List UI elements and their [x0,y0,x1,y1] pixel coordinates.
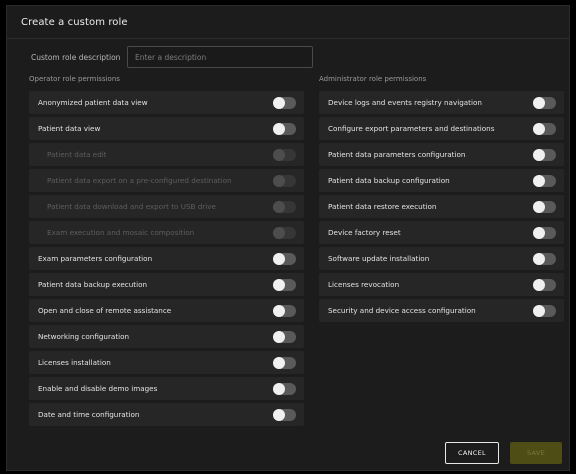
toggle-knob [273,252,285,265]
permission-label: Device factory reset [328,228,401,237]
toggle-knob [533,226,545,239]
permission-toggle[interactable] [533,122,556,135]
permission-row: Date and time configuration [29,403,304,426]
permission-row: Software update installation [319,247,564,270]
toggle-knob [273,278,285,291]
toggle-knob [273,200,285,213]
toggle-knob [533,96,545,109]
toggle-knob [273,226,285,239]
permission-toggle[interactable] [533,278,556,291]
permission-row: Device logs and events registry navigati… [319,91,564,114]
toggle-knob [273,148,285,161]
title-divider [7,38,569,39]
permission-toggle[interactable] [533,304,556,317]
toggle-knob [533,148,545,161]
toggle-knob [533,252,545,265]
toggle-knob [273,174,285,187]
toggle-knob [273,382,285,395]
permission-row: Licenses revocation [319,273,564,296]
permission-toggle[interactable] [533,96,556,109]
permission-row: Anonymized patient data view [29,91,304,114]
permission-label: Patient data export on a pre-configured … [47,176,232,185]
permission-row: Patient data restore execution [319,195,564,218]
permission-toggle[interactable] [273,356,296,369]
permission-row: Open and close of remote assistance [29,299,304,322]
permission-toggle[interactable] [533,148,556,161]
permission-label: Exam parameters configuration [38,254,153,263]
permission-toggle [273,226,296,239]
permission-toggle[interactable] [533,174,556,187]
permission-label: Security and device access configuration [328,306,476,315]
permission-row: Patient data backup execution [29,273,304,296]
permission-toggle[interactable] [273,122,296,135]
cancel-button[interactable]: CANCEL [445,442,499,464]
toggle-knob [533,304,545,317]
create-role-dialog: Create a custom role Custom role descrip… [6,5,570,471]
toggle-knob [273,304,285,317]
permission-toggle[interactable] [533,200,556,213]
toggle-knob [533,200,545,213]
permission-label: Device logs and events registry navigati… [328,98,482,107]
permission-row: Patient data parameters configuration [319,143,564,166]
permission-row: Security and device access configuration [319,299,564,322]
permission-toggle [273,148,296,161]
permission-toggle [273,200,296,213]
permission-row: Exam execution and mosaic composition [29,221,304,244]
permission-toggle[interactable] [273,408,296,421]
operator-permissions-list: Anonymized patient data view Patient data… [29,91,304,429]
save-button[interactable]: SAVE [510,442,562,464]
permission-row: Device factory reset [319,221,564,244]
permission-toggle[interactable] [273,330,296,343]
permission-label: Patient data backup execution [38,280,148,289]
permission-label: Open and close of remote assistance [38,306,172,315]
permission-label: Networking configuration [38,332,130,341]
permission-toggle[interactable] [273,278,296,291]
toggle-knob [533,122,545,135]
permission-row: Patient data view [29,117,304,140]
operator-section-title: Operator role permissions [29,75,120,83]
permission-label: Patient data edit [47,150,107,159]
permission-label: Patient data backup configuration [328,176,450,185]
permission-row: Licenses installation [29,351,304,374]
permission-row: Patient data export on a pre-configured … [29,169,304,192]
toggle-knob [533,278,545,291]
toggle-knob [533,174,545,187]
permission-label: Licenses installation [38,358,111,367]
permission-label: Anonymized patient data view [38,98,148,107]
permission-label: Patient data download and export to USB … [47,202,216,211]
permission-label: Patient data restore execution [328,202,437,211]
permission-toggle[interactable] [273,382,296,395]
permission-label: Patient data view [38,124,101,133]
permission-row: Networking configuration [29,325,304,348]
permission-label: Configure export parameters and destinat… [328,124,495,133]
toggle-knob [273,122,285,135]
toggle-knob [273,356,285,369]
toggle-knob [273,408,285,421]
permission-label: Licenses revocation [328,280,400,289]
description-label: Custom role description [31,53,121,62]
admin-permissions-list: Device logs and events registry navigati… [319,91,564,325]
permission-toggle[interactable] [273,252,296,265]
permission-label: Software update installation [328,254,430,263]
permission-label: Patient data parameters configuration [328,150,466,159]
toggle-knob [273,96,285,109]
permission-row: Patient data backup configuration [319,169,564,192]
permission-label: Exam execution and mosaic composition [47,228,195,237]
dialog-title: Create a custom role [21,17,128,28]
toggle-knob [273,330,285,343]
permission-toggle [273,174,296,187]
permission-row: Patient data download and export to USB … [29,195,304,218]
description-input[interactable] [127,46,313,68]
permission-label: Date and time configuration [38,410,140,419]
permission-toggle[interactable] [273,96,296,109]
permission-row: Patient data edit [29,143,304,166]
permission-row: Configure export parameters and destinat… [319,117,564,140]
permission-toggle[interactable] [533,252,556,265]
permission-row: Enable and disable demo images [29,377,304,400]
permission-toggle[interactable] [273,304,296,317]
permission-row: Exam parameters configuration [29,247,304,270]
admin-section-title: Administrator role permissions [319,75,427,83]
permission-label: Enable and disable demo images [38,384,158,393]
permission-toggle[interactable] [533,226,556,239]
